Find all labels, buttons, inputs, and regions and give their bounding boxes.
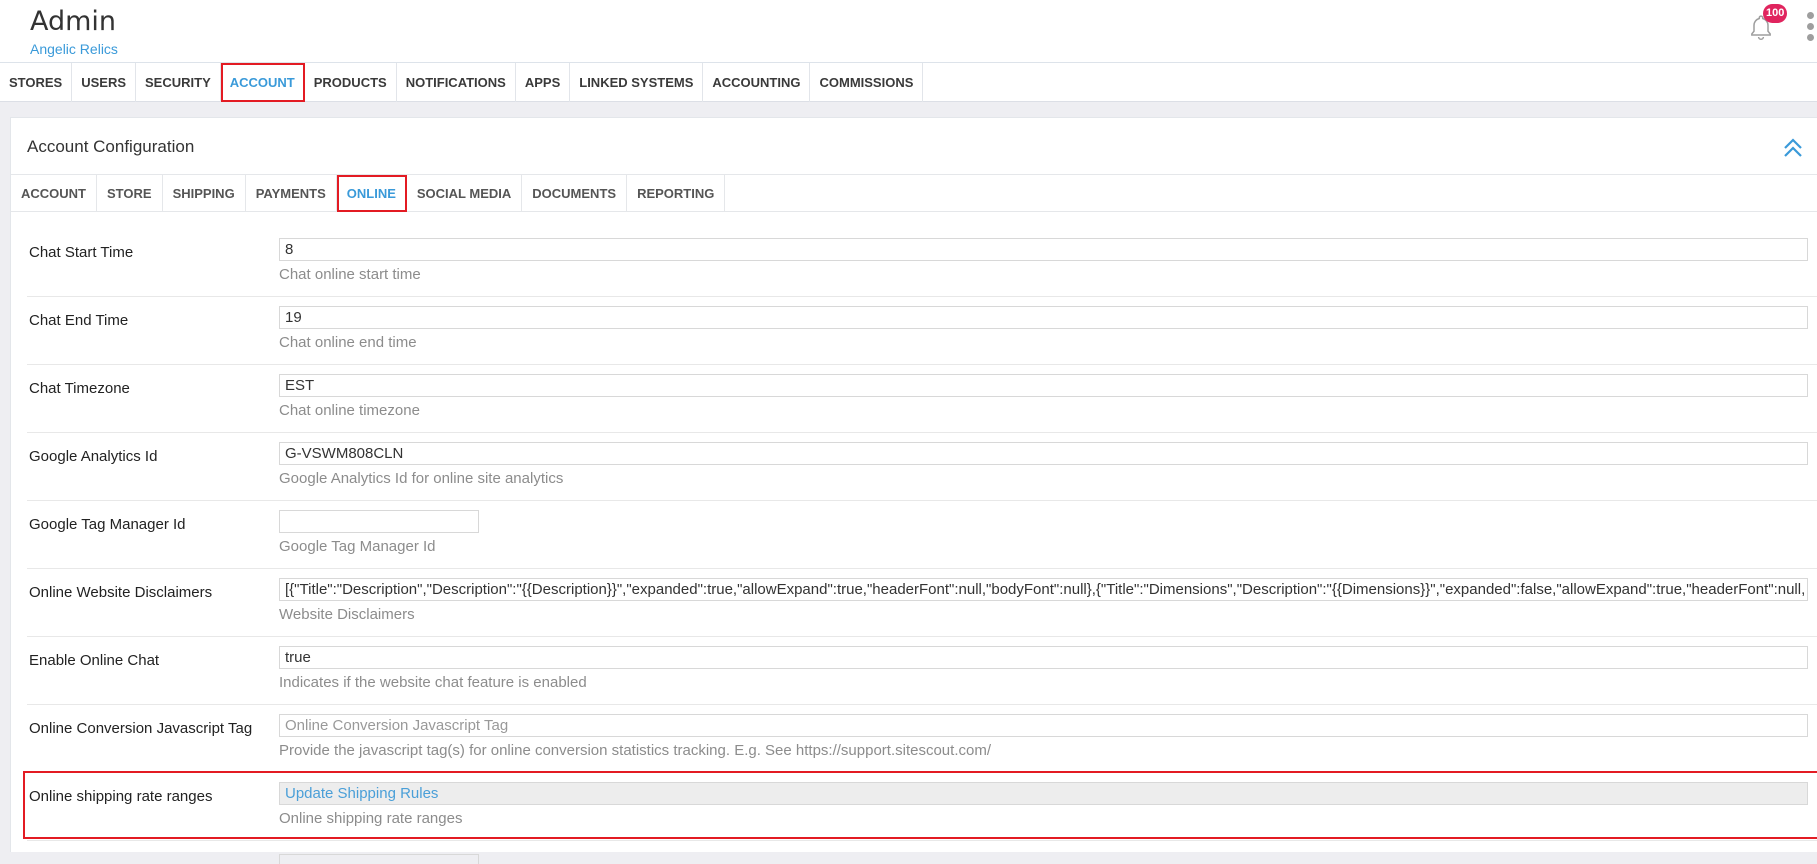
- config-sub-tabs: ACCOUNT STORE SHIPPING PAYMENTS ONLINE S…: [11, 174, 1817, 212]
- panel-title: Account Configuration: [27, 137, 195, 156]
- store-name[interactable]: Angelic Relics: [30, 41, 118, 57]
- setting-label: Google Tag Manager Id: [29, 516, 186, 533]
- page-title: Admin: [30, 6, 117, 37]
- setting-label: Chat End Time: [29, 312, 129, 329]
- tab-commissions[interactable]: COMMISSIONS: [810, 63, 924, 102]
- setting-help: Chat online end time: [279, 334, 417, 351]
- setting-row-google-analytics-id: Google Analytics Id G-VSWM808CLN Google …: [27, 433, 1817, 501]
- setting-label: Online shipping rate ranges: [29, 788, 213, 805]
- next-setting-field[interactable]: [279, 854, 479, 864]
- tab-stores[interactable]: STORES: [0, 63, 73, 102]
- subtab-account[interactable]: ACCOUNT: [11, 175, 97, 212]
- website-disclaimers-field[interactable]: [{"Title":"Description","Description":"{…: [279, 578, 1808, 601]
- setting-row-enable-online-chat: Enable Online Chat true Indicates if the…: [27, 637, 1817, 705]
- conversion-javascript-tag-field[interactable]: Online Conversion Javascript Tag: [279, 714, 1808, 737]
- app-header: Admin Angelic Relics 100: [0, 0, 1817, 63]
- tab-users[interactable]: USERS: [72, 63, 137, 102]
- enable-online-chat-field[interactable]: true: [279, 646, 1808, 669]
- chat-timezone-field[interactable]: EST: [279, 374, 1808, 397]
- collapse-icon[interactable]: [1781, 136, 1805, 160]
- tab-accounting[interactable]: ACCOUNTING: [703, 63, 811, 102]
- setting-row-chat-end-time: Chat End Time 19 Chat online end time: [27, 297, 1817, 365]
- setting-row-google-tag-manager-id: Google Tag Manager Id Google Tag Manager…: [27, 501, 1817, 569]
- setting-row-online-website-disclaimers: Online Website Disclaimers [{"Title":"De…: [27, 569, 1817, 637]
- setting-label: Chat Start Time: [29, 244, 134, 261]
- setting-label: Online Conversion Javascript Tag: [29, 720, 253, 737]
- google-tag-manager-id-field[interactable]: [279, 510, 479, 533]
- setting-row-next: [27, 841, 1817, 864]
- tab-products[interactable]: PRODUCTS: [305, 63, 397, 102]
- setting-label: Enable Online Chat: [29, 652, 160, 669]
- setting-help: Website Disclaimers: [279, 606, 415, 623]
- subtab-online[interactable]: ONLINE: [336, 175, 407, 212]
- google-analytics-id-field[interactable]: G-VSWM808CLN: [279, 442, 1808, 465]
- notification-badge: 100: [1763, 4, 1788, 23]
- tab-notifications[interactable]: NOTIFICATIONS: [397, 63, 516, 102]
- top-nav-tabs: STORES USERS SECURITY ACCOUNT PRODUCTS N…: [0, 63, 1817, 102]
- subtab-reporting[interactable]: REPORTING: [627, 175, 726, 212]
- setting-row-chat-start-time: Chat Start Time 8 Chat online start time: [27, 229, 1817, 297]
- setting-help: Chat online start time: [279, 266, 421, 283]
- subtab-store[interactable]: STORE: [97, 175, 163, 212]
- setting-row-online-conversion-tag: Online Conversion Javascript Tag Online …: [27, 705, 1817, 773]
- setting-help: Online shipping rate ranges: [279, 810, 463, 827]
- subtab-documents[interactable]: DOCUMENTS: [522, 175, 628, 212]
- subtab-shipping[interactable]: SHIPPING: [163, 175, 246, 212]
- setting-help: Chat online timezone: [279, 402, 420, 419]
- more-menu-icon[interactable]: [1804, 10, 1817, 46]
- tab-security[interactable]: SECURITY: [136, 63, 221, 102]
- setting-help: Provide the javascript tag(s) for online…: [279, 742, 991, 759]
- update-shipping-rules-button[interactable]: Update Shipping Rules: [279, 782, 1808, 805]
- setting-row-online-shipping-rate-ranges: Online shipping rate ranges Update Shipp…: [23, 771, 1817, 841]
- setting-help: Google Analytics Id for online site anal…: [279, 470, 564, 487]
- subtab-payments[interactable]: PAYMENTS: [246, 175, 337, 212]
- setting-label: Chat Timezone: [29, 380, 130, 397]
- setting-help: Indicates if the website chat feature is…: [279, 674, 587, 691]
- settings-list: Chat Start Time 8 Chat online start time…: [23, 229, 1817, 864]
- setting-row-chat-timezone: Chat Timezone EST Chat online timezone: [27, 365, 1817, 433]
- setting-label: Google Analytics Id: [29, 448, 158, 465]
- setting-help: Google Tag Manager Id: [279, 538, 436, 555]
- tab-account[interactable]: ACCOUNT: [220, 63, 305, 102]
- tab-linked-systems[interactable]: LINKED SYSTEMS: [570, 63, 704, 102]
- setting-label: Online Website Disclaimers: [29, 584, 213, 601]
- subtab-social-media[interactable]: SOCIAL MEDIA: [407, 175, 523, 212]
- chat-end-time-field[interactable]: 19: [279, 306, 1808, 329]
- tab-apps[interactable]: APPS: [516, 63, 571, 102]
- chat-start-time-field[interactable]: 8: [279, 238, 1808, 261]
- account-configuration-panel: Account Configuration ACCOUNT STORE SHIP…: [10, 117, 1817, 864]
